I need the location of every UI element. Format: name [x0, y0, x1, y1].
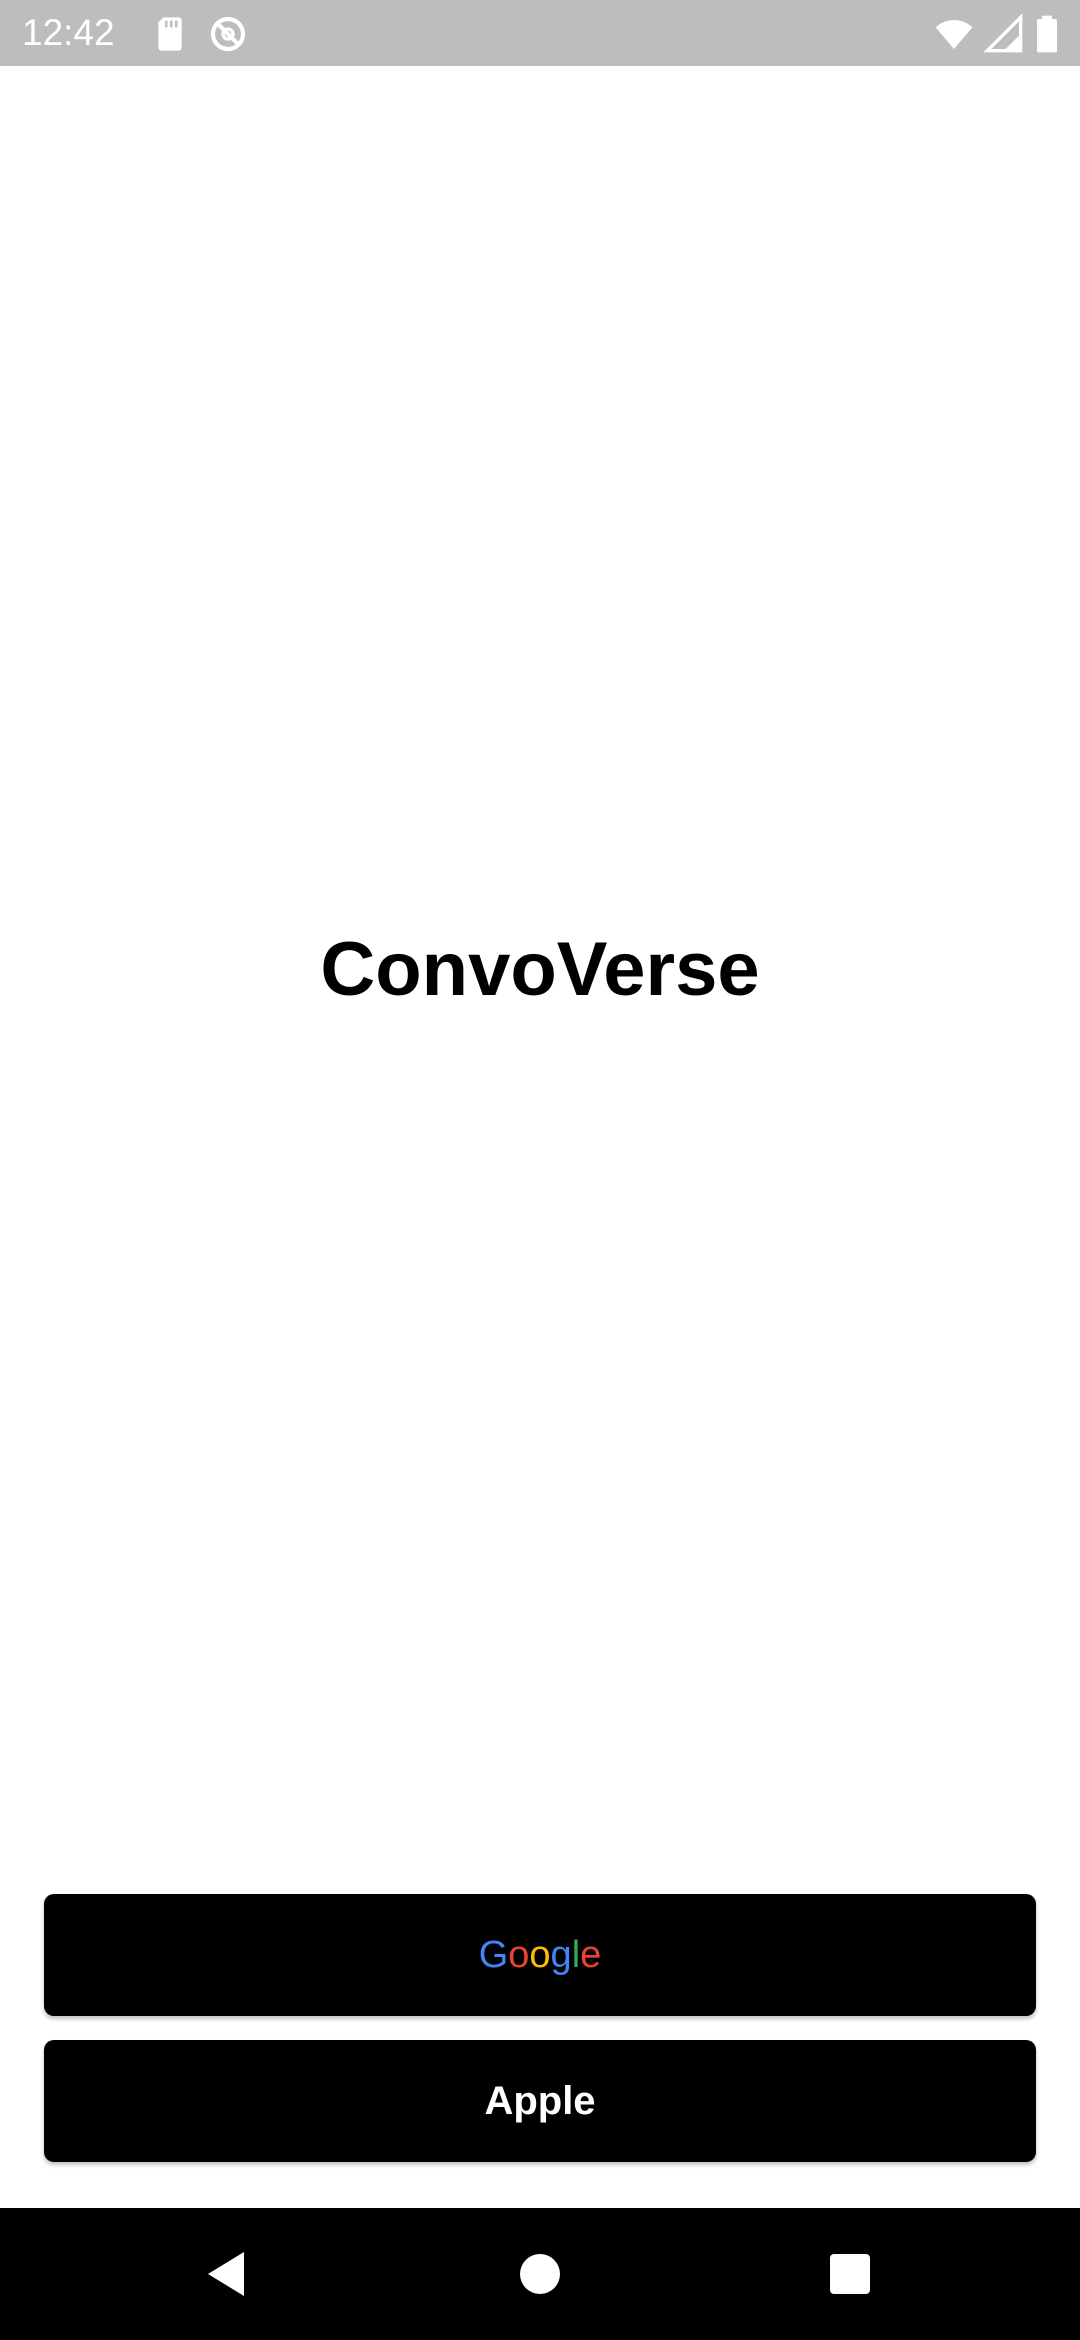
status-time: 12:42 — [22, 12, 115, 53]
status-bar: 12:42 — [0, 0, 1080, 66]
google-logo-letter: o — [529, 1933, 551, 1976]
google-logo-letter: G — [478, 1933, 509, 1976]
google-logo-letter: o — [508, 1933, 530, 1976]
do-not-disturb-icon — [208, 14, 248, 54]
navigation-bar — [0, 2208, 1080, 2340]
back-icon[interactable] — [196, 2244, 256, 2304]
login-screen: 12:42 ConvoVerse Google Apple — [0, 0, 1080, 2340]
google-logo-letter: l — [571, 1933, 581, 1976]
google-logo-letter: g — [550, 1933, 572, 1976]
sd-card-icon — [150, 14, 190, 54]
wifi-icon — [934, 14, 974, 54]
apple-button-label: Apple — [484, 2078, 596, 2123]
google-logo-letter: e — [580, 1933, 602, 1976]
google-logo: Google — [479, 1934, 602, 1977]
app-title: ConvoVerse — [320, 927, 760, 1012]
home-icon[interactable] — [510, 2244, 570, 2304]
apple-sign-in-button[interactable]: Apple — [44, 2040, 1036, 2162]
google-sign-in-button[interactable]: Google — [44, 1894, 1036, 2016]
battery-icon — [1032, 14, 1062, 54]
cell-signal-icon — [983, 13, 1024, 54]
recents-icon[interactable] — [820, 2244, 880, 2304]
